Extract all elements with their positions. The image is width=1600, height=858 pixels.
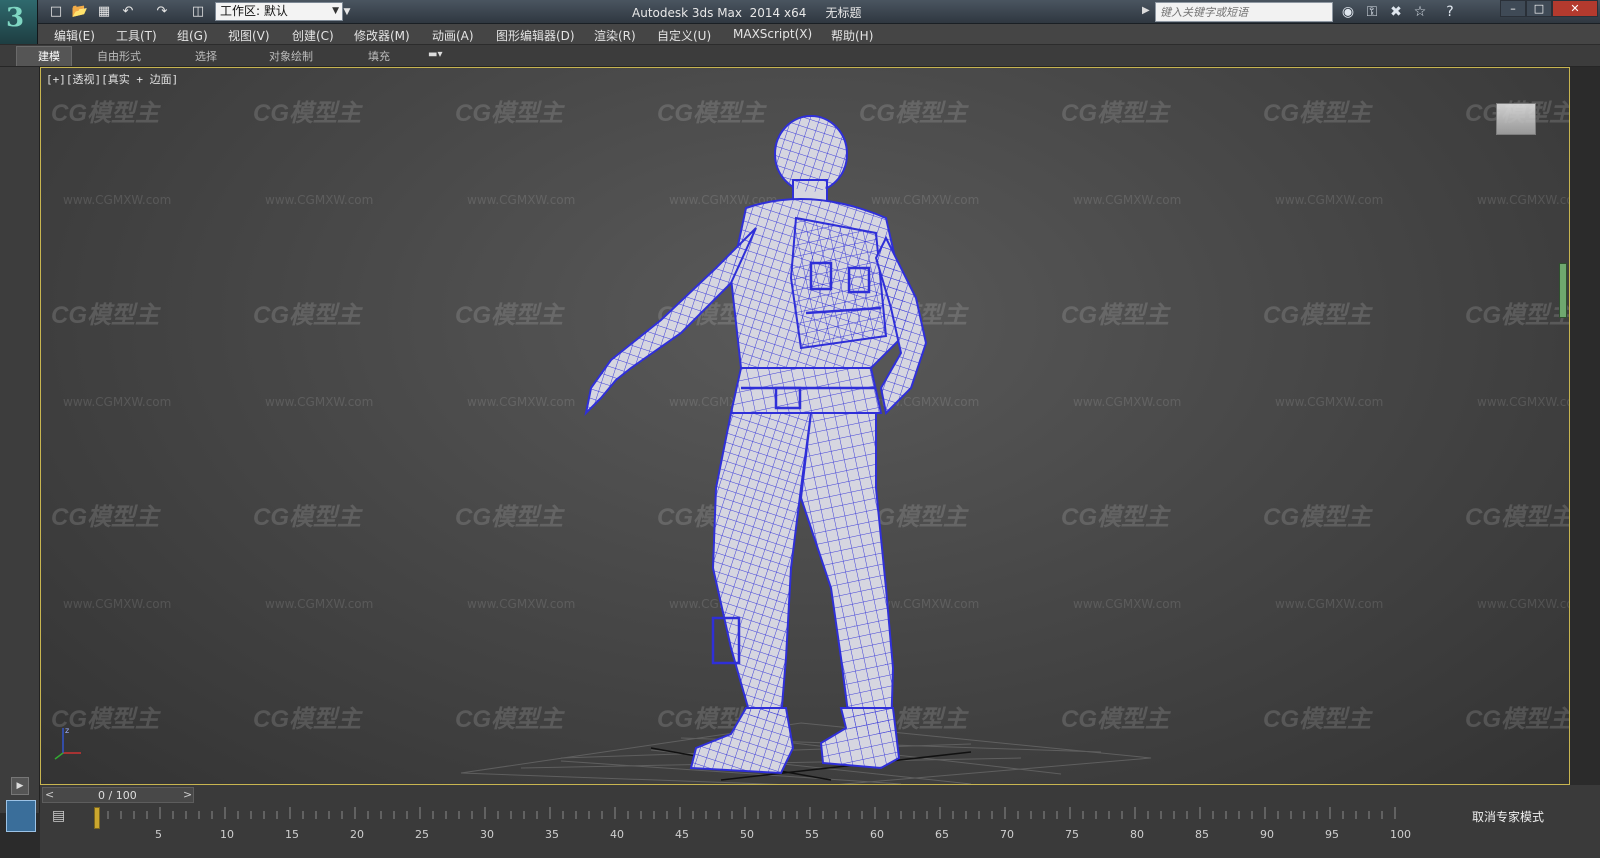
menu-customize[interactable]: 自定义(U) [657,27,711,44]
key-icon[interactable]: ⚿ [1362,3,1382,21]
menu-edit[interactable]: 编辑(E) [54,27,95,44]
axis-label: z [65,726,69,735]
timeline-tick-label: 40 [610,828,624,841]
left-command-strip [0,67,40,813]
search-input[interactable] [1156,3,1332,21]
window-title: Autodesk 3ds Max 2014 x64 无标题 [632,4,861,21]
menu-modifiers[interactable]: 修改器(M) [354,27,410,44]
timeline-tick-label: 70 [1000,828,1014,841]
new-file-icon[interactable]: □ [46,3,66,21]
open-file-icon[interactable]: 📂 [70,3,90,21]
undo-icon[interactable]: ↶ [118,3,138,21]
timeline-tick-label: 75 [1065,828,1079,841]
maximize-button[interactable]: □ [1526,0,1552,17]
workspace-dropdown[interactable]: 工作区: 默认 ▼ [215,2,343,21]
minimize-button[interactable]: – [1500,0,1526,17]
time-slider[interactable]: < 0 / 100 > [42,787,194,803]
timeline-area: < 0 / 100 > 5 10 15 20 25 30 35 40 45 50 55 60 65 70 7… [40,785,1600,858]
workspace-label: 工作区: 默认 [220,4,288,18]
timeline-playhead[interactable] [94,807,100,829]
menu-tools[interactable]: 工具(T) [116,27,157,44]
timeline-tick-label: 20 [350,828,364,841]
menu-help[interactable]: 帮助(H) [831,27,873,44]
time-readout: 0 / 100 [98,789,137,802]
menu-bar: 编辑(E) 工具(T) 组(G) 视图(V) 创建(C) 修改器(M) 动画(A… [38,24,1600,45]
timeline-track[interactable]: 5 10 15 20 25 30 35 40 45 50 55 60 65 70 75 80 85 90 95 100 [95,805,1453,845]
app-logo[interactable]: 3 [0,0,38,44]
axis-tripod-icon: z [54,726,81,760]
timeline-tick-label: 15 [285,828,299,841]
timeline-tick-label: 85 [1195,828,1209,841]
timeline-tick-label: 25 [415,828,429,841]
track-view-icon[interactable] [6,800,36,832]
menu-group[interactable]: 组(G) [177,27,208,44]
star-icon[interactable]: ☆ [1410,3,1430,21]
viewport-scroll-thumb[interactable] [1559,263,1567,318]
document-title: 无标题 [825,6,862,20]
timeline-tick-label: 95 [1325,828,1339,841]
tab-modeling[interactable]: 建模 [38,48,60,64]
time-prev-button[interactable]: < [45,788,54,801]
close-button[interactable]: ✕ [1552,0,1598,17]
timeline-tick-label: 30 [480,828,494,841]
timeline-tick-label: 90 [1260,828,1274,841]
viewport-label[interactable]: [+][透视][真实 + 边面] [46,71,178,87]
help-icon[interactable]: ? [1440,3,1460,21]
timeline-tick-label: 65 [935,828,949,841]
title-bar: □ 📂 ▦ ↶ ↷ ◫ 工作区: 默认 ▼ ▼ Autodesk 3ds Max… [0,0,1600,24]
save-icon[interactable]: ▦ [94,3,114,21]
tab-populate[interactable]: 填充 [368,48,390,64]
timeline-tick-label: 45 [675,828,689,841]
max-logo-icon: 3 [6,3,25,33]
timeline-tick-label: 100 [1390,828,1411,841]
tab-object-paint[interactable]: 对象绘制 [269,48,313,64]
tools-icon[interactable]: ✖ [1386,3,1406,21]
menu-animation[interactable]: 动画(A) [432,27,474,44]
menu-create[interactable]: 创建(C) [292,27,334,44]
search-expand-icon[interactable]: ▶ [1142,5,1150,16]
expert-mode-toggle[interactable]: 取消专家模式 [1472,808,1544,825]
timeline-tick-label: 50 [740,828,754,841]
dope-sheet-icon[interactable]: ▤ [52,808,65,824]
menu-graph-editors[interactable]: 图形编辑器(D) [496,27,575,44]
timeline-tick-label: 55 [805,828,819,841]
viewport-canvas: z [54,115,1152,784]
viewcube-icon[interactable] [1496,103,1536,135]
menu-rendering[interactable]: 渲染(R) [594,27,636,44]
menu-maxscript[interactable]: MAXScript(X) [733,27,812,41]
ribbon-bar: 建模 自由形式 选择 对象绘制 填充 ▬▾ [0,45,1600,67]
time-next-button[interactable]: > [183,788,192,801]
ribbon-toggle-icon[interactable]: ▬▾ [428,49,450,62]
tab-freeform[interactable]: 自由形式 [97,48,141,64]
menu-view[interactable]: 视图(V) [228,27,270,44]
timeline-tick-label: 60 [870,828,884,841]
character-model [584,115,928,775]
search-field[interactable] [1155,2,1333,22]
app-title: Autodesk 3ds Max 2014 x64 [632,6,807,20]
perspective-viewport[interactable]: CG模型主 www.CGMXW.com CG模型主 www.CGMXW.com CG模型… [40,67,1570,785]
redo-icon[interactable]: ↷ [152,3,172,21]
timeline-tick-label: 35 [545,828,559,841]
timeline-tick-label: 5 [155,828,162,841]
timeline-tick-label: 10 [220,828,234,841]
project-icon[interactable]: ◫ [188,3,208,21]
tab-selection[interactable]: 选择 [195,48,217,64]
play-icon[interactable]: ▶ [11,777,29,795]
quick-access-menu-icon[interactable]: ▼ [337,3,357,21]
binoculars-icon[interactable]: ◉ [1338,3,1358,21]
timeline-tick-label: 80 [1130,828,1144,841]
